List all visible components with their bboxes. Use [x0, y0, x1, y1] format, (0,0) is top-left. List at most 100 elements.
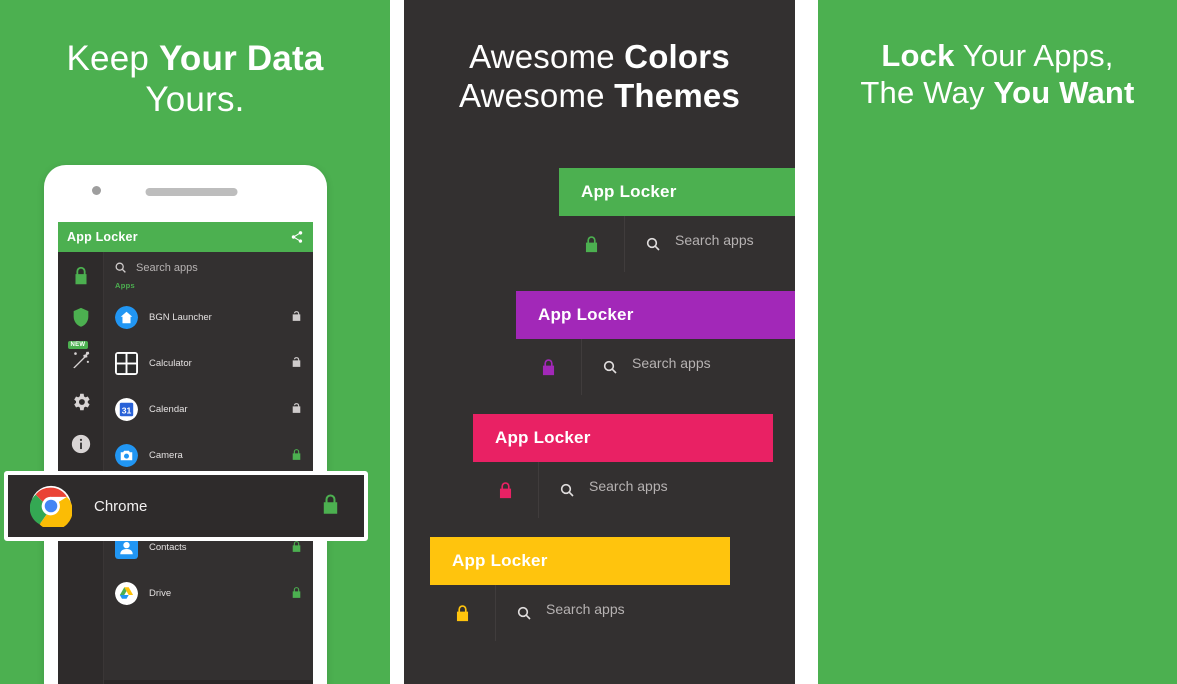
- app-name: Contacts: [149, 541, 187, 553]
- search-row[interactable]: Search apps: [104, 252, 313, 281]
- lock-open-icon[interactable]: [290, 310, 303, 325]
- panel-lock-your-apps: Lock Your Apps, The Way You Want Lockscr…: [818, 0, 1177, 684]
- search-input[interactable]: Search apps: [675, 232, 795, 256]
- theme-card-body: Search apps: [473, 462, 773, 518]
- app-body: NEW Search apps Apps BGN Launcher Calcul…: [58, 252, 313, 684]
- side-rail: NEW: [58, 252, 104, 684]
- svg-text:31: 31: [122, 405, 132, 415]
- section-label-apps: Apps: [115, 281, 135, 290]
- share-icon[interactable]: [290, 230, 304, 244]
- promo-collage: Keep Your Data Yours. App Locker NEW Sea…: [0, 0, 1177, 684]
- list-item[interactable]: 31 Calendar: [104, 386, 313, 432]
- theme-title-bar: App Locker: [473, 414, 773, 462]
- front-camera-icon: [92, 186, 101, 195]
- lock-closed-icon[interactable]: [473, 462, 539, 518]
- phone-screen-1: App Locker NEW Search apps Apps BGN Laun…: [58, 222, 313, 684]
- search-icon: [516, 605, 532, 621]
- list-item[interactable]: Calculator: [104, 340, 313, 386]
- headline-3-bold-1: Lock: [881, 38, 955, 73]
- chrome-highlight-callout[interactable]: Chrome: [4, 471, 368, 541]
- app-name: Calculator: [149, 357, 192, 369]
- headline-panel-1: Keep Your Data Yours.: [0, 38, 390, 121]
- search-input-placeholder: Search apps: [136, 261, 198, 274]
- search-icon: [114, 261, 127, 274]
- theme-card-body: Search apps: [430, 585, 730, 641]
- search-icon: [602, 359, 618, 375]
- drive-icon: [115, 581, 138, 605]
- lock-closed-icon[interactable]: [290, 586, 303, 601]
- search-icon: [645, 236, 661, 252]
- lock-open-icon[interactable]: [290, 356, 303, 371]
- theme-search-row[interactable]: Search apps: [625, 216, 795, 272]
- theme-card-purple[interactable]: App Locker Search apps: [516, 291, 795, 395]
- theme-card-green[interactable]: App Locker Search apps: [559, 168, 795, 272]
- search-input[interactable]: Search apps: [632, 355, 795, 379]
- lock-closed-icon[interactable]: [559, 216, 625, 272]
- chrome-icon: [29, 485, 73, 530]
- app-bar-title: App Locker: [67, 230, 138, 244]
- headline-3-bold-2: You Want: [993, 74, 1135, 110]
- search-input[interactable]: Search apps: [546, 601, 730, 625]
- panel-awesome-colors-themes: Awesome Colors Awesome Themes App Locker…: [404, 0, 795, 684]
- calendar-icon: 31: [115, 397, 138, 421]
- theme-title: App Locker: [452, 551, 548, 570]
- lock-closed-icon[interactable]: [290, 448, 303, 463]
- headline-3-light-1: Your Apps,: [954, 38, 1114, 73]
- rail-item-info[interactable]: [70, 433, 92, 455]
- bottom-tab-bar: ALL APPS LOCKED APPS: [104, 680, 313, 684]
- lock-closed-icon[interactable]: [516, 339, 582, 395]
- app-list-column: Search apps Apps BGN Launcher Calculator…: [104, 252, 313, 684]
- rail-item-lock[interactable]: [70, 265, 92, 287]
- theme-title: App Locker: [538, 305, 634, 324]
- phone-top-bezel: [44, 165, 327, 222]
- app-name: Drive: [149, 587, 172, 599]
- theme-card-pink[interactable]: App Locker Search apps: [473, 414, 773, 518]
- search-icon: [559, 482, 575, 498]
- headline-panel-3: Lock Your Apps, The Way You Want: [818, 38, 1177, 111]
- lock-closed-icon[interactable]: [430, 585, 496, 641]
- theme-card-body: Search apps: [559, 216, 795, 272]
- search-placeholder: Search apps: [632, 355, 711, 371]
- new-badge: NEW: [67, 341, 89, 349]
- theme-search-row[interactable]: Search apps: [496, 585, 730, 641]
- rail-item-settings[interactable]: [70, 391, 92, 413]
- app-bar: App Locker: [58, 222, 313, 252]
- theme-card-yellow[interactable]: App Locker Search apps: [430, 537, 730, 641]
- headline-2-bold-1: Colors: [624, 38, 730, 75]
- headline-3-light-2: The Way: [860, 74, 994, 110]
- app-name: Calendar: [149, 403, 188, 415]
- earpiece-speaker: [145, 188, 238, 196]
- bgn-launcher-icon: [115, 305, 138, 329]
- app-name: Camera: [149, 449, 183, 461]
- list-item[interactable]: BGN Launcher: [104, 294, 313, 340]
- list-item[interactable]: Drive: [104, 570, 313, 616]
- phone-mockup-1: App Locker NEW Search apps Apps BGN Laun…: [44, 165, 327, 684]
- theme-title-bar: App Locker: [516, 291, 795, 339]
- app-name: BGN Launcher: [149, 311, 212, 323]
- search-placeholder: Search apps: [675, 232, 754, 248]
- search-placeholder: Search apps: [589, 478, 668, 494]
- theme-card-body: Search apps: [516, 339, 795, 395]
- lock-open-icon[interactable]: [290, 402, 303, 417]
- headline-2-light-1: Awesome: [469, 38, 625, 75]
- headline-1-bold: Your Data: [158, 39, 324, 78]
- calculator-icon: [115, 351, 138, 375]
- theme-title-bar: App Locker: [559, 168, 795, 216]
- search-placeholder: Search apps: [546, 601, 625, 617]
- headline-panel-2: Awesome Colors Awesome Themes: [404, 38, 795, 116]
- headline-1-line2: Yours.: [145, 80, 245, 120]
- theme-title: App Locker: [495, 428, 591, 447]
- headline-2-light-2: Awesome: [459, 76, 615, 114]
- callout-app-name: Chrome: [94, 497, 148, 515]
- rail-item-shield[interactable]: [70, 307, 92, 329]
- search-input[interactable]: Search apps: [589, 478, 773, 502]
- theme-search-row[interactable]: Search apps: [539, 462, 773, 518]
- theme-search-row[interactable]: Search apps: [582, 339, 795, 395]
- rail-item-magic-wand[interactable]: NEW: [67, 341, 92, 371]
- lock-closed-icon[interactable]: [319, 493, 342, 520]
- lock-closed-icon[interactable]: [290, 540, 303, 555]
- theme-title-bar: App Locker: [430, 537, 730, 585]
- camera-icon: [115, 443, 138, 467]
- headline-1-light: Keep: [66, 39, 159, 78]
- panel-keep-your-data: Keep Your Data Yours. App Locker NEW Sea…: [0, 0, 390, 684]
